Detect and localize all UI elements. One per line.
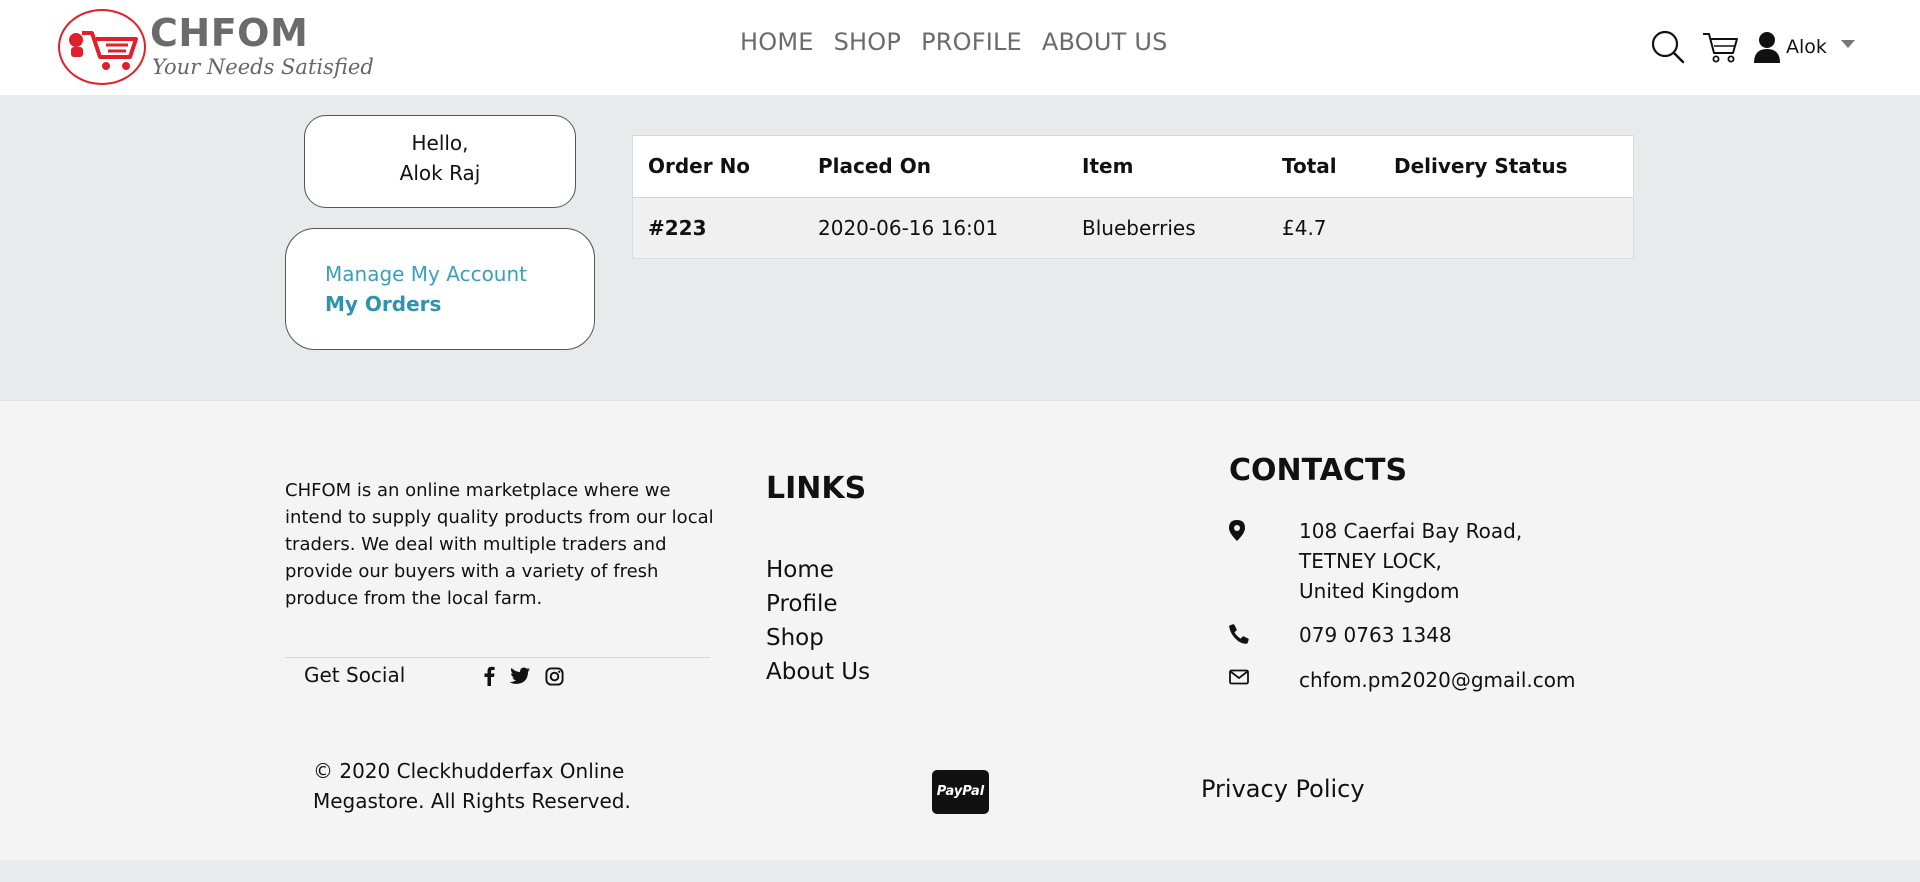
instagram-icon[interactable] <box>545 666 564 686</box>
site-footer: CHFOM is an online marketplace where we … <box>0 400 1920 860</box>
chevron-down-icon[interactable] <box>1840 40 1855 48</box>
table-header-row: Order No Placed On Item Total Delivery S… <box>633 136 1633 198</box>
paypal-badge: PayPal <box>932 770 989 814</box>
column-header-order-no: Order No <box>633 136 803 198</box>
logo-cart-icon <box>69 31 138 70</box>
brand-logo[interactable]: CHFOM Your Needs Satisfied <box>58 9 374 87</box>
order-date: 2020-06-16 16:01 <box>803 197 1067 258</box>
address-line: TETNEY LOCK, <box>1299 549 1442 573</box>
order-total: £4.7 <box>1267 197 1379 258</box>
column-header-delivery-status: Delivery Status <box>1379 136 1633 198</box>
footer-link-about-us[interactable]: About Us <box>766 655 870 689</box>
contacts-heading: CONTACTS <box>1229 453 1408 488</box>
phone-icon <box>1229 624 1249 644</box>
brand-tagline: Your Needs Satisfied <box>152 55 374 79</box>
phone-number[interactable]: 079 0763 1348 <box>1299 620 1452 650</box>
twitter-icon[interactable] <box>509 667 531 685</box>
site-header: CHFOM Your Needs Satisfied HOME SHOP PRO… <box>0 0 1920 95</box>
envelope-icon <box>1229 669 1249 685</box>
nav-home[interactable]: HOME <box>740 28 814 56</box>
address-line: United Kingdom <box>1299 579 1460 603</box>
footer-link-profile[interactable]: Profile <box>766 587 870 621</box>
contact-email: chfom.pm2020@gmail.com <box>1229 665 1575 695</box>
greeting-text: Hello, <box>411 131 469 155</box>
column-header-item: Item <box>1067 136 1267 198</box>
email-address[interactable]: chfom.pm2020@gmail.com <box>1299 665 1575 695</box>
nav-shop[interactable]: SHOP <box>834 28 901 56</box>
search-icon[interactable] <box>1650 29 1686 65</box>
order-number: #223 <box>633 197 803 258</box>
footer-link-home[interactable]: Home <box>766 553 870 587</box>
privacy-policy-link[interactable]: Privacy Policy <box>1201 775 1365 803</box>
column-header-placed-on: Placed On <box>803 136 1067 198</box>
nav-profile[interactable]: PROFILE <box>921 28 1022 56</box>
column-header-total: Total <box>1267 136 1379 198</box>
social-row: Get Social <box>285 657 710 697</box>
brand-name: CHFOM <box>150 11 309 55</box>
location-pin-icon <box>1229 520 1245 541</box>
links-heading: LINKS <box>766 471 867 506</box>
menu-manage-account[interactable]: Manage My Account <box>325 259 594 289</box>
contact-address: 108 Caerfai Bay Road, TETNEY LOCK, Unite… <box>1229 516 1522 606</box>
user-full-name: Alok Raj <box>399 161 481 185</box>
about-text: CHFOM is an online marketplace where we … <box>285 480 714 609</box>
order-status <box>1379 197 1633 258</box>
facebook-icon[interactable] <box>483 666 495 686</box>
page-bottom-strip <box>0 860 1920 882</box>
menu-my-orders[interactable]: My Orders <box>325 289 594 319</box>
contact-phone: 079 0763 1348 <box>1229 620 1452 650</box>
user-icon <box>1754 32 1780 63</box>
social-label: Get Social <box>304 663 406 687</box>
main-nav: HOME SHOP PROFILE ABOUT US <box>740 28 1168 56</box>
nav-about-us[interactable]: ABOUT US <box>1042 28 1168 56</box>
order-item: Blueberries <box>1067 197 1267 258</box>
address-line: 108 Caerfai Bay Road, <box>1299 519 1523 543</box>
copyright-text: © 2020 Cleckhudderfax Online Megastore. … <box>313 759 631 813</box>
greeting-card: Hello, Alok Raj <box>304 115 576 208</box>
cart-icon[interactable] <box>1700 28 1740 66</box>
account-menu: Manage My Account My Orders <box>285 228 595 350</box>
user-menu[interactable]: Alok <box>1754 31 1855 63</box>
user-name: Alok <box>1786 36 1827 58</box>
orders-table: Order No Placed On Item Total Delivery S… <box>632 135 1634 259</box>
table-row[interactable]: #223 2020-06-16 16:01 Blueberries £4.7 <box>633 197 1633 258</box>
social-icons <box>483 666 564 686</box>
footer-link-shop[interactable]: Shop <box>766 621 870 655</box>
footer-links: Home Profile Shop About Us <box>766 553 870 689</box>
header-actions: Alok <box>1650 28 1855 66</box>
